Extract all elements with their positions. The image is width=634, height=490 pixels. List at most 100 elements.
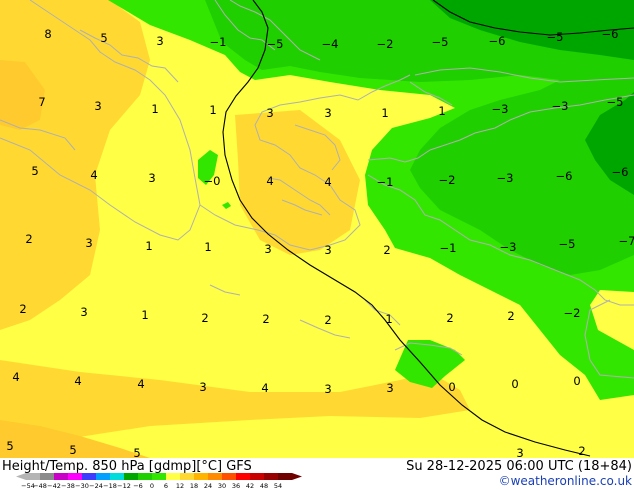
temp-label: 5	[69, 443, 76, 457]
scale-tick-label: 0	[150, 482, 154, 490]
scale-swatch	[250, 473, 264, 480]
temp-label: 3	[199, 380, 206, 394]
temp-label: 4	[74, 374, 81, 388]
scale-swatch	[236, 473, 250, 480]
scale-tick-label: 12	[176, 482, 184, 490]
scale-tick-label: 36	[232, 482, 240, 490]
temp-label: 5	[133, 446, 140, 460]
scale-swatch	[278, 473, 292, 480]
temp-label: 3	[80, 305, 87, 319]
temp-label: −6	[612, 165, 629, 179]
temp-label: −5	[432, 35, 449, 49]
temp-label: 3	[324, 243, 331, 257]
temp-label: 0	[448, 380, 455, 394]
site-credit: ©weatheronline.co.uk	[499, 474, 632, 488]
scale-tick-label: −42	[47, 482, 61, 490]
temp-label: −6	[556, 169, 573, 183]
temp-label: 2	[383, 243, 390, 257]
temp-label: 5	[31, 164, 38, 178]
weather-map: 8 5 3 −1 −5 −4 −2 −5 −6 −5 −6 7 3 1 1 3 3 1 1 −3 −3 −5 5 4 3 −0 4 4…	[0, 0, 634, 490]
scale-swatch	[222, 473, 236, 480]
temp-label: 4	[261, 381, 268, 395]
scale-tick-label: 42	[246, 482, 254, 490]
scale-tick-label: −30	[75, 482, 89, 490]
scale-swatch	[124, 473, 138, 480]
scale-swatch	[180, 473, 194, 480]
temp-label: 4	[90, 168, 97, 182]
temp-label: 5	[6, 439, 13, 453]
scale-swatch	[138, 473, 152, 480]
temp-label: −5	[547, 30, 564, 44]
temp-label: 2	[19, 302, 26, 316]
temp-label: −3	[552, 99, 569, 113]
scale-tick-label: 24	[204, 482, 212, 490]
scale-swatch	[208, 473, 222, 480]
valid-time: Su 28-12-2025 06:00 UTC (18+84)	[406, 459, 632, 474]
scale-tick-label: 54	[274, 482, 282, 490]
temp-label: 4	[137, 377, 144, 391]
temp-label: −6	[602, 27, 619, 41]
temp-label: 1	[209, 103, 216, 117]
scale-tick-label: −38	[61, 482, 75, 490]
scale-swatch	[264, 473, 278, 480]
scale-swatch	[26, 473, 40, 480]
temp-label: 3	[386, 381, 393, 395]
temp-label: −3	[492, 102, 509, 116]
scale-tick-label: −18	[103, 482, 117, 490]
temp-label: 2	[446, 311, 453, 325]
scale-tick-label: 30	[218, 482, 226, 490]
temp-label: −5	[559, 237, 576, 251]
scale-tick-label: 6	[164, 482, 168, 490]
temp-label: 8	[44, 27, 51, 41]
temp-label: 2	[262, 312, 269, 326]
temp-label: −3	[497, 171, 514, 185]
temp-label: 2	[578, 444, 585, 458]
scale-swatch	[68, 473, 82, 480]
temp-label: 3	[266, 106, 273, 120]
temp-label: −4	[322, 37, 339, 51]
scale-tick-label: −12	[117, 482, 131, 490]
temp-label: 3	[324, 106, 331, 120]
temp-label: 3	[148, 171, 155, 185]
temp-label: −2	[564, 306, 581, 320]
temp-label: −7	[619, 234, 634, 248]
scale-swatch	[82, 473, 96, 480]
temp-label: −3	[500, 240, 517, 254]
temp-label: −2	[377, 37, 394, 51]
temp-label: 2	[324, 313, 331, 327]
scale-tick-label: −6	[133, 482, 143, 490]
temp-label: 3	[156, 34, 163, 48]
temp-label: 1	[151, 102, 158, 116]
temp-label: 1	[141, 308, 148, 322]
temp-label: 3	[94, 99, 101, 113]
temp-label: 2	[201, 311, 208, 325]
temp-label: 2	[25, 232, 32, 246]
temp-label: 4	[12, 370, 19, 384]
temp-label: 1	[145, 239, 152, 253]
temp-label: −5	[607, 95, 624, 109]
temp-label: −2	[439, 173, 456, 187]
temp-label: −1	[377, 175, 394, 189]
temp-label: 0	[573, 374, 580, 388]
scale-swatch	[110, 473, 124, 480]
scale-swatch	[166, 473, 180, 480]
temp-label: 1	[204, 240, 211, 254]
temp-label: 4	[266, 174, 273, 188]
temp-label: 1	[381, 106, 388, 120]
temp-label: 3	[516, 446, 523, 460]
scale-tick-label: −24	[89, 482, 103, 490]
temp-label: −0	[204, 174, 221, 188]
temp-label: −5	[267, 37, 284, 51]
scale-swatch	[40, 473, 54, 480]
temp-label: 1	[385, 312, 392, 326]
scale-tick-label: 48	[260, 482, 268, 490]
temp-label: −1	[440, 241, 457, 255]
temp-label: 3	[264, 242, 271, 256]
scale-swatch	[54, 473, 68, 480]
temp-label: −6	[489, 34, 506, 48]
temp-label: 3	[324, 382, 331, 396]
temp-label: 4	[324, 175, 331, 189]
temp-label: 0	[511, 377, 518, 391]
temp-label: 1	[438, 104, 445, 118]
temp-label: 7	[38, 95, 45, 109]
